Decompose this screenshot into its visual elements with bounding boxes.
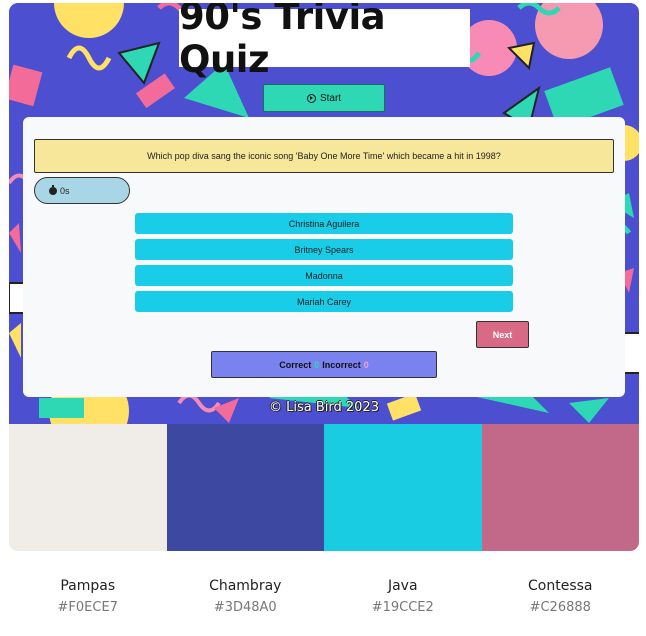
color-name: Pampas xyxy=(60,578,116,594)
palette-label: Contessa #C26888 xyxy=(482,578,640,615)
color-hex: #C26888 xyxy=(529,600,591,615)
answer-option[interactable]: Christina Aguilera xyxy=(135,213,513,234)
quiz-preview-card: 90's Trivia Quiz Start Which pop diva sa… xyxy=(9,3,639,551)
quiz-hero: 90's Trivia Quiz Start Which pop diva sa… xyxy=(9,3,639,424)
answer-list: Christina Aguilera Britney Spears Madonn… xyxy=(135,213,513,317)
title-box: 90's Trivia Quiz xyxy=(179,3,470,81)
correct-label: Correct xyxy=(279,359,312,370)
answer-option[interactable]: Madonna xyxy=(135,265,513,286)
correct-count: 0 xyxy=(314,359,320,370)
color-hex: #3D48A0 xyxy=(213,600,277,615)
color-hex: #F0ECE7 xyxy=(57,600,118,615)
question-text: Which pop diva sang the iconic song 'Bab… xyxy=(147,151,501,161)
palette-labels: Pampas #F0ECE7 Chambray #3D48A0 Java #19… xyxy=(9,578,639,615)
swatch-contessa xyxy=(481,424,639,551)
score-box: Correct 0 Incorrect 0 xyxy=(211,351,437,378)
copyright-credit: © Lisa Bird 2023 xyxy=(269,400,379,415)
timer-value: 0s xyxy=(60,185,70,196)
incorrect-label: Incorrect xyxy=(322,359,361,370)
color-hex: #19CCE2 xyxy=(371,600,434,615)
start-button-label: Start xyxy=(319,92,342,104)
swatch-chambray xyxy=(166,424,324,551)
next-button[interactable]: Next xyxy=(476,321,529,348)
quiz-panel: Which pop diva sang the iconic song 'Bab… xyxy=(23,117,625,397)
swatch-pampas xyxy=(9,424,167,551)
palette-label: Java #19CCE2 xyxy=(324,578,482,615)
start-button[interactable]: Start xyxy=(263,84,385,112)
question-box: Which pop diva sang the iconic song 'Bab… xyxy=(34,139,614,173)
incorrect-count: 0 xyxy=(363,359,369,370)
timer-pill: 0s xyxy=(34,177,130,204)
palette-swatches xyxy=(9,424,639,551)
color-name: Java xyxy=(387,578,418,594)
answer-option[interactable]: Britney Spears xyxy=(135,239,513,260)
quiz-title: 90's Trivia Quiz xyxy=(179,3,386,81)
stopwatch-icon xyxy=(49,184,57,195)
palette-label: Pampas #F0ECE7 xyxy=(9,578,167,615)
play-circle-icon xyxy=(306,93,316,103)
color-name: Chambray xyxy=(209,578,282,594)
swatch-java xyxy=(324,424,482,551)
palette-label: Chambray #3D48A0 xyxy=(167,578,325,615)
answer-option[interactable]: Mariah Carey xyxy=(135,291,513,312)
color-name: Contessa xyxy=(528,578,593,594)
